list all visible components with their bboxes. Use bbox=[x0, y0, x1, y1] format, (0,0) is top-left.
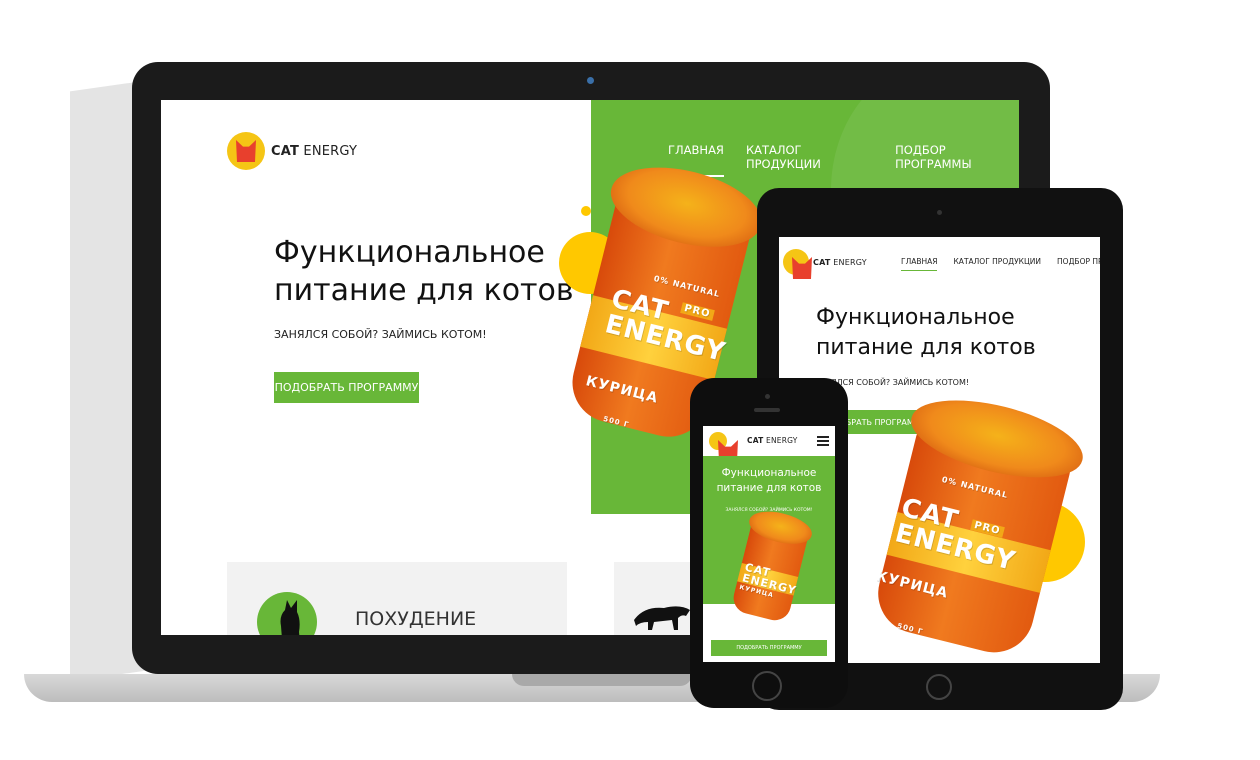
laptop-notch bbox=[512, 674, 692, 686]
tablet-logo[interactable]: CAT ENERGY bbox=[783, 249, 867, 275]
feature-card-title: ПОХУДЕНИЕ bbox=[355, 608, 477, 630]
phone-header: CAT ENERGY bbox=[703, 426, 835, 456]
hero-subtitle: ЗАНЯЛСЯ СОБОЙ? ЗАЙМИСЬ КОТОМ! bbox=[274, 328, 487, 341]
hero-title-line1: Функциональное bbox=[274, 235, 545, 270]
logo-text: CAT ENERGY bbox=[271, 143, 358, 159]
nav-item-home[interactable]: ГЛАВНАЯ bbox=[901, 257, 938, 271]
burger-icon[interactable] bbox=[817, 436, 829, 446]
hero-title: Функциональное питание для котов bbox=[274, 234, 574, 310]
phone-speaker bbox=[754, 408, 780, 412]
feature-card-weight-loss[interactable]: ПОХУДЕНИЕ bbox=[227, 562, 567, 635]
cat-silhouette-icon bbox=[257, 592, 317, 635]
cat-logo-icon[interactable] bbox=[709, 432, 727, 450]
panther-icon bbox=[634, 600, 694, 635]
nav-item-catalog[interactable]: КАТАЛОГ ПРОДУКЦИИ bbox=[746, 143, 873, 177]
phone-screen: CAT ENERGY Функциональное питание для ко… bbox=[703, 426, 835, 662]
cat-logo-icon bbox=[783, 249, 809, 275]
phone-pick-program-button[interactable]: ПОДОБРАТЬ ПРОГРАММУ bbox=[711, 640, 827, 656]
phone-camera bbox=[765, 394, 770, 399]
decor-dot bbox=[581, 206, 591, 216]
pick-program-button[interactable]: ПОДОБРАТЬ ПРОГРАММУ bbox=[274, 372, 419, 403]
phone-hero-title: Функциональное питание для котов bbox=[716, 467, 822, 494]
phone-logo-text: CAT ENERGY bbox=[747, 436, 798, 445]
cat-logo-icon bbox=[227, 132, 265, 170]
nav-item-catalog[interactable]: КАТАЛОГ ПРОДУКЦИИ bbox=[953, 257, 1041, 271]
laptop-camera bbox=[587, 77, 594, 84]
tablet-camera bbox=[937, 210, 942, 215]
main-nav: ГЛАВНАЯ КАТАЛОГ ПРОДУКЦИИ ПОДБОР ПРОГРАМ… bbox=[668, 143, 1019, 177]
phone-home-button[interactable] bbox=[752, 671, 782, 701]
tablet-hero-subtitle: НЯЛСЯ СОБОЙ? ЗАЙМИСЬ КОТОМ! bbox=[825, 378, 970, 387]
nav-item-program[interactable]: ПОДБОР ПРОГРАММЫ bbox=[895, 143, 1019, 177]
tablet-home-button[interactable] bbox=[926, 674, 952, 700]
hero-title-line2: питание для котов bbox=[274, 273, 574, 308]
site-logo[interactable]: CAT ENERGY bbox=[227, 132, 357, 170]
nav-item-program[interactable]: ПОДБОР ПРОГРАММЫ bbox=[1057, 257, 1100, 271]
tablet-nav: ГЛАВНАЯ КАТАЛОГ ПРОДУКЦИИ ПОДБОР ПРОГРАМ… bbox=[901, 257, 1100, 271]
tablet-hero-title: Функциональное питание для котов bbox=[816, 305, 1036, 360]
